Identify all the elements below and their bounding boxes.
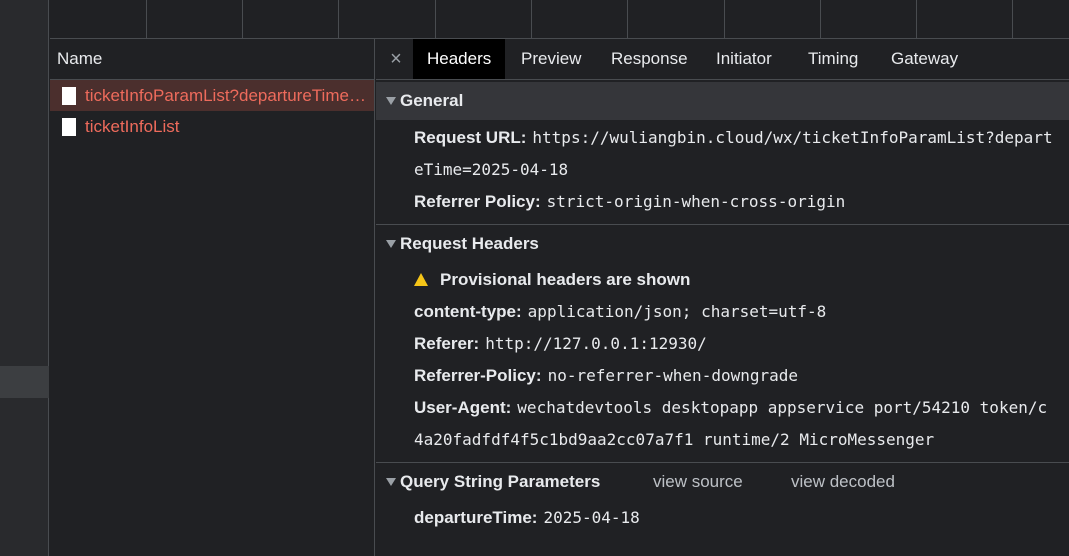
content-type-key: content-type: [414, 302, 522, 321]
request-name: ticketInfoList [85, 117, 180, 136]
overview-divider [724, 0, 725, 38]
query-params-title: Query String Parameters [400, 472, 601, 491]
query-params-section-body: departureTime: 2025-04-18 [376, 500, 1069, 540]
general-title: General [400, 91, 464, 110]
name-column-header[interactable]: Name [50, 39, 374, 80]
user-agent-row-cont: 4a20fadfdf4f5c1bd9aa2cc07a7f1 runtime/2 … [376, 424, 1069, 456]
user-agent-value-cont[interactable]: 4a20fadfdf4f5c1bd9aa2cc07a7f1 runtime/2 … [414, 430, 934, 449]
request-details-panel: × Headers Preview Response Initiator Tim… [376, 39, 1069, 556]
overview-divider [146, 0, 147, 38]
request-headers-title: Request Headers [400, 234, 539, 253]
timeline-overview[interactable] [50, 0, 1069, 39]
tab-preview[interactable]: Preview [507, 39, 595, 79]
general-section-body: Request URL: https://wuliangbin.cloud/wx/… [376, 120, 1069, 224]
request-url-value[interactable]: https://wuliangbin.cloud/wx/ticketInfoPa… [532, 128, 1052, 147]
user-agent-value[interactable]: wechatdevtools desktopapp appservice por… [517, 398, 1047, 417]
departure-time-key: departureTime: [414, 508, 538, 527]
document-icon [62, 87, 76, 105]
triangle-down-icon [386, 240, 396, 248]
request-list: Name ticketInfoParamList?departureTime=2… [50, 39, 375, 556]
close-icon[interactable]: × [386, 47, 406, 71]
overview-divider [435, 0, 436, 38]
referrer-policy-header-row: Referrer-Policy: no-referrer-when-downgra… [376, 360, 1069, 392]
overview-divider [627, 0, 628, 38]
triangle-down-icon [386, 478, 396, 486]
warning-icon [414, 273, 428, 286]
overview-divider [1012, 0, 1013, 38]
departure-time-row: departureTime: 2025-04-18 [376, 502, 1069, 534]
content-type-row: content-type: application/json; charset=u… [376, 296, 1069, 328]
provisional-warning-text: Provisional headers are shown [440, 270, 691, 289]
request-url-row-cont: eTime=2025-04-18 [376, 154, 1069, 186]
referrer-policy-key: Referrer Policy: [414, 192, 541, 211]
tab-gateway[interactable]: Gateway [877, 39, 972, 79]
request-name: ticketInfoParamList?departureTime=2025-0… [85, 86, 374, 105]
request-url-key: Request URL: [414, 128, 527, 147]
request-url-value-cont[interactable]: eTime=2025-04-18 [414, 160, 568, 179]
content-type-value[interactable]: application/json; charset=utf-8 [528, 302, 827, 321]
user-agent-key: User-Agent: [414, 398, 512, 417]
tab-initiator[interactable]: Initiator [702, 39, 786, 79]
triangle-down-icon [386, 97, 396, 105]
overview-divider [820, 0, 821, 38]
tab-response[interactable]: Response [597, 39, 702, 79]
referer-value[interactable]: http://127.0.0.1:12930/ [485, 334, 707, 353]
view-source-link[interactable]: view source [653, 463, 743, 501]
provisional-warning-row: Provisional headers are shown [376, 264, 1069, 296]
tab-headers[interactable]: Headers [413, 39, 506, 79]
departure-time-value[interactable]: 2025-04-18 [543, 508, 639, 527]
referrer-policy-row: Referrer Policy: strict-origin-when-cross… [376, 186, 1069, 218]
overview-divider [916, 0, 917, 38]
referrer-policy-header-value[interactable]: no-referrer-when-downgrade [548, 366, 798, 385]
view-decoded-link[interactable]: view decoded [791, 463, 895, 501]
general-section-header[interactable]: General [376, 82, 1069, 120]
overview-divider [338, 0, 339, 38]
document-icon [62, 118, 76, 136]
overview-divider [242, 0, 243, 38]
overview-divider [531, 0, 532, 38]
user-agent-row: User-Agent: wechatdevtools desktopapp app… [376, 392, 1069, 424]
left-panel-selected-row[interactable] [0, 366, 49, 398]
details-tabbar: × Headers Preview Response Initiator Tim… [376, 39, 1069, 80]
tab-timing[interactable]: Timing [794, 39, 872, 79]
request-headers-section-body: Provisional headers are shown content-ty… [376, 262, 1069, 462]
request-row[interactable]: ticketInfoList [50, 111, 374, 142]
query-params-section-header[interactable]: Query String Parameters view source view… [376, 462, 1069, 500]
referer-row: Referer: http://127.0.0.1:12930/ [376, 328, 1069, 360]
referrer-policy-value[interactable]: strict-origin-when-cross-origin [547, 192, 846, 211]
request-headers-section-header[interactable]: Request Headers [376, 224, 1069, 262]
left-panel-gutter [0, 0, 49, 556]
request-row[interactable]: ticketInfoParamList?departureTime=2025-0… [50, 80, 374, 111]
referrer-policy-header-key: Referrer-Policy: [414, 366, 542, 385]
request-url-row: Request URL: https://wuliangbin.cloud/wx/… [376, 122, 1069, 154]
referer-key: Referer: [414, 334, 480, 353]
